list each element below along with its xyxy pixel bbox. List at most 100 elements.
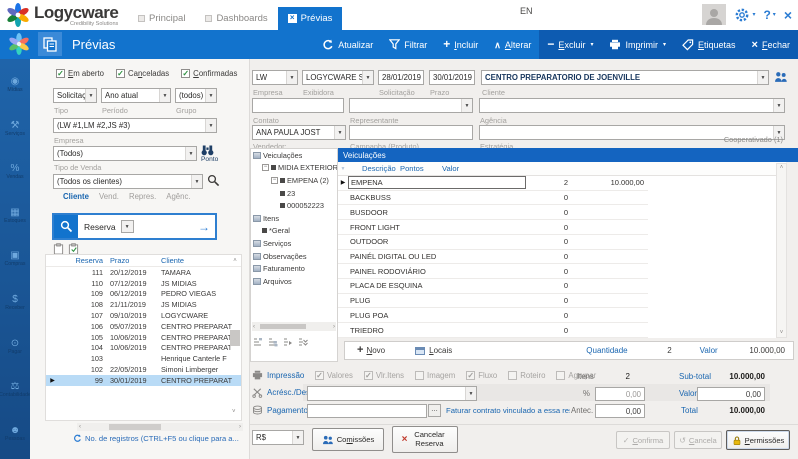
scrollbar-thumb[interactable] <box>109 424 161 430</box>
clientes-select[interactable]: (Todos os clientes)▼ <box>53 174 203 189</box>
tab-close-icon[interactable]: × <box>288 14 297 23</box>
veiculacao-row-busdoor[interactable]: BUSDOOR0 <box>338 205 648 220</box>
periodo-select[interactable]: Ano atual▼ <box>101 88 171 103</box>
tree-h-scrollbar[interactable]: ‹ › <box>252 322 336 331</box>
collapse-all-icon[interactable] <box>298 337 308 347</box>
people-icon[interactable] <box>774 71 788 83</box>
descricao-cell[interactable]: EMPENA <box>348 176 526 189</box>
scrollbar-thumb[interactable] <box>260 324 306 329</box>
reserva-row-110[interactable]: 11007/12/2019JS MIDIAS <box>46 278 241 289</box>
veiculacao-row-painldigitalouled[interactable]: PAINÉL DIGITAL OU LED0 <box>338 250 648 265</box>
tree-node-23[interactable]: 23 <box>251 187 337 200</box>
permissoes-button[interactable]: Permissões <box>726 430 790 450</box>
nav-rail-item-mdias[interactable]: ◉Mídias <box>7 76 22 93</box>
tipo-venda-select[interactable]: (Todos)▼ <box>53 146 197 161</box>
novo-button[interactable]: + Novo <box>357 346 385 355</box>
pagamento-browse-button[interactable]: … <box>428 404 441 417</box>
veiculacao-row-placadeesquina[interactable]: PLACA DE ESQUINA0 <box>338 279 648 294</box>
status-filter-confirmadas[interactable]: ✓Confirmadas <box>181 69 237 78</box>
reserva-row-106[interactable]: 10605/07/2019CENTRO PREPARAT <box>46 321 241 332</box>
col-header-reserva[interactable]: Reserva <box>59 256 106 265</box>
delete-button[interactable]: −Excluir▾ <box>539 30 601 59</box>
reserva-row-108[interactable]: 10821/11/2019JS MIDIAS <box>46 299 241 310</box>
descricao-cell[interactable]: PAINEL RODOVIÁRIO <box>348 267 530 276</box>
cliente-select[interactable]: CENTRO PREPARATORIO DE JOENVILLE▼ <box>481 70 769 85</box>
scroll-right-icon[interactable]: › <box>332 324 336 330</box>
collapse-icon[interactable]: − <box>262 164 269 171</box>
veiculacao-row-outdoor[interactable]: OUTDOOR0 <box>338 235 648 250</box>
antec-input[interactable]: 0,00 <box>595 404 645 418</box>
add-button[interactable]: +Incluir <box>435 30 486 59</box>
descricao-cell[interactable]: OUTDOOR <box>348 237 530 246</box>
list-h-scrollbar[interactable]: ‹ › <box>77 423 243 431</box>
status-filter-canceladas[interactable]: ✓Canceladas <box>116 69 169 78</box>
prazo-field[interactable]: 30/01/2019 <box>429 70 475 85</box>
reserva-row-111[interactable]: 11120/12/2019TAMARA <box>46 267 241 278</box>
reserva-row-99[interactable]: ▶9930/01/2019CENTRO PREPARAT <box>46 375 241 386</box>
descricao-cell[interactable]: PLUG POA <box>348 311 530 320</box>
descricao-cell[interactable]: BUSDOOR <box>348 208 530 217</box>
agencia-select[interactable]: ▼ <box>479 98 785 113</box>
scroll-up-icon[interactable]: ˄ <box>229 258 241 264</box>
nav-rail-item-pessoas[interactable]: ☻Pessoas <box>5 425 25 442</box>
locais-button[interactable]: Locais <box>415 346 452 355</box>
tab-dashboards[interactable]: Dashboards <box>195 7 277 30</box>
cancelar-reserva-button[interactable]: × Cancelar Reserva <box>392 426 458 453</box>
reserva-row-104[interactable]: 10410/06/2019CENTRO PREPARAT <box>46 343 241 354</box>
confirma-button[interactable]: ✓ Confirma <box>616 431 670 449</box>
nav-rail-item-servios[interactable]: ⚒Serviços <box>5 120 25 137</box>
empresa-filter-select[interactable]: (LW #1,LM #2,JS #3)▼ <box>53 118 217 133</box>
tree-node-servios[interactable]: Serviços <box>251 237 337 250</box>
tree-node-empena2[interactable]: −EMPENA (2) <box>251 174 337 187</box>
percent-input[interactable]: 0,00 <box>595 387 645 401</box>
nav-rail-item-pagar[interactable]: ⊙Pagar <box>8 338 22 355</box>
descricao-cell[interactable]: BACKBUSS <box>348 193 530 202</box>
campanha-field[interactable] <box>349 125 473 140</box>
entity-tab-vend[interactable]: Vend. <box>99 192 119 201</box>
reserva-row-103[interactable]: 103Henrique Canterle F <box>46 353 241 364</box>
veiculacao-row-triedro[interactable]: TRIEDRO0 <box>338 323 648 338</box>
ponto-search-button[interactable]: Ponto <box>201 145 218 163</box>
reserva-row-109[interactable]: 10906/12/2019PEDRO VIEGAS <box>46 289 241 300</box>
cancela-button[interactable]: ↺ Cancela <box>674 431 722 449</box>
tree-node-faturamento[interactable]: Faturamento <box>251 262 337 275</box>
refresh-button[interactable]: Atualizar <box>314 30 381 59</box>
close-button[interactable]: ×Fechar <box>744 30 798 59</box>
descricao-cell[interactable]: FRONT LIGHT <box>348 223 530 232</box>
entity-tab-repres[interactable]: Repres. <box>129 192 156 201</box>
client-search-button[interactable] <box>207 174 220 187</box>
expand-all-icon[interactable] <box>268 337 278 347</box>
chevron-down-icon[interactable]: ▼ <box>121 220 134 233</box>
expand-node-icon[interactable] <box>253 337 263 347</box>
collapse-node-icon[interactable] <box>283 337 293 347</box>
scroll-down-icon[interactable]: ˅ <box>232 409 236 415</box>
col-header-pontos[interactable]: Pontos <box>400 164 442 173</box>
user-avatar[interactable] <box>702 4 726 25</box>
scroll-left-icon[interactable]: ‹ <box>252 324 256 330</box>
tree-node-observaes[interactable]: Observações <box>251 250 337 263</box>
reserva-row-105[interactable]: 10510/06/2019CENTRO PREPARAT <box>46 332 241 343</box>
entity-tab-cliente[interactable]: Cliente <box>63 192 89 201</box>
faturar-link[interactable]: Faturar contrato vinculado a essa rese <box>446 406 570 415</box>
exibidora-select[interactable]: LOGYCWARE SISTI▼ <box>302 70 374 85</box>
tab-principal[interactable]: Principal <box>128 7 195 30</box>
pagamento-input[interactable] <box>307 404 427 418</box>
search-button[interactable] <box>54 215 78 238</box>
list-scrollbar-thumb[interactable] <box>230 330 240 346</box>
col-header-valor[interactable]: Valor <box>442 164 502 173</box>
help-button[interactable]: ? ▾ <box>763 8 775 22</box>
reserva-row-102[interactable]: 10222/05/2019Simoni Limberger <box>46 364 241 375</box>
veiculacao-row-frontlight[interactable]: FRONT LIGHT0 <box>338 220 648 235</box>
search-field-select[interactable]: Reserva <box>84 222 116 232</box>
print-option-vlritens[interactable]: ✓Vlr.Itens <box>364 371 404 380</box>
representante-select[interactable]: ▼ <box>349 98 473 113</box>
veiculacao-row-plugpoa[interactable]: PLUG POA0 <box>338 308 648 323</box>
print-option-imagem[interactable]: Imagem <box>415 371 455 380</box>
col-header-cliente[interactable]: Cliente <box>159 256 229 265</box>
scroll-left-icon[interactable]: ‹ <box>77 424 83 430</box>
nav-rail-item-contabilidade[interactable]: ⚖Contabilidade <box>0 381 31 398</box>
acresc-select[interactable]: ▼ <box>307 386 477 401</box>
tree-node-midiaexterior2[interactable]: −MIDIA EXTERIOR (2) <box>251 162 337 175</box>
contato-field[interactable] <box>252 98 344 113</box>
labels-button[interactable]: Etiquetas <box>674 30 744 59</box>
